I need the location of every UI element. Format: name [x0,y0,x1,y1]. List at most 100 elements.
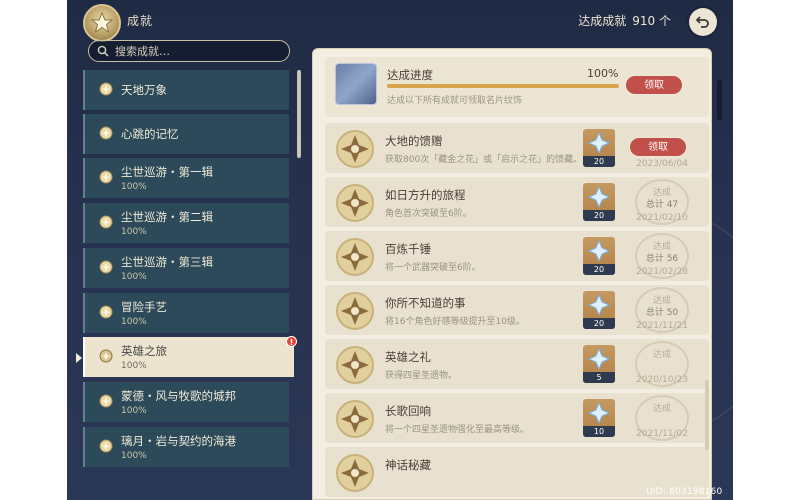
reward-count: 20 [583,156,615,167]
achievement-row: 大地的馈赠 获取800次「藏金之花」或「启示之花」的馈藏。 20 领取 2023… [325,123,709,173]
achievement-medal-icon [336,184,374,222]
completion-date: 2021/02/28 [636,267,688,277]
achievement-row: 英雄之礼 获得四星圣遗物。 5 达成 2020/10/23 [325,339,709,389]
category-name: 尘世巡游・第二辑 [121,210,213,224]
category-scrollbar[interactable] [297,70,301,158]
category-percent: 100% [121,272,147,282]
category-item[interactable]: 尘世巡游・第二辑 100% [83,203,289,243]
completion-total: 总计 47 [645,200,679,210]
category-name: 心跳的记忆 [121,127,179,141]
medal-icon [95,212,117,234]
back-button[interactable] [689,8,717,36]
achievement-medal-icon [336,238,374,276]
primogem-icon [588,186,610,208]
category-name: 天地万象 [121,83,167,97]
reward-primogem: 20 [583,237,615,275]
category-percent: 100% [121,182,147,192]
category-item-selected[interactable]: 英雄之旅 100% [83,337,294,377]
namecard-thumbnail [335,63,377,105]
category-item[interactable]: 天地万象 [83,70,289,110]
total-label: 达成成就 [578,14,627,28]
achievements-screen: 成就 达成成就 910 个 天地万象 心跳的记忆 尘世巡游・第一辑 100% 尘世巡… [67,0,733,500]
total-achievements: 达成成就 910 个 [578,12,671,29]
category-item[interactable]: 蒙德・风与牧歌的城邦 100% [83,382,289,422]
decor-bar [717,80,722,120]
category-name: 蒙德・风与牧歌的城邦 [121,389,236,403]
completion-status: 达成 [652,350,671,360]
reward-count: 20 [583,210,615,221]
achievement-medal-icon [336,292,374,330]
reward-count: 10 [583,426,615,437]
reward-primogem: 20 [583,291,615,329]
achievement-description: 获取800次「藏金之花」或「启示之花」的馈藏。 [385,155,583,165]
achievement-description: 将一个武器突破至6阶。 [385,263,481,273]
category-percent: 100% [121,361,147,371]
search-box[interactable] [88,40,290,62]
search-input[interactable] [115,44,275,58]
search-icon [97,45,109,57]
medal-icon [95,167,117,189]
completion-date: 2021/11/02 [636,429,688,439]
progress-bar [387,84,619,88]
back-arrow-icon [695,16,709,28]
achievement-emblem-icon [83,4,121,42]
completion-stamp: 达成 总计 50 2021/11/21 [625,287,699,333]
category-name: 尘世巡游・第一辑 [121,165,213,179]
achievement-name: 神话秘藏 [385,458,431,472]
selected-indicator-arrow [76,353,82,363]
category-item[interactable]: 璃月・岩与契约的海港 100% [83,427,289,467]
category-name: 璃月・岩与契约的海港 [121,434,236,448]
category-item[interactable]: 冒险手艺 100% [83,293,289,333]
reward-primogem: 20 [583,183,615,221]
claim-namecard-button[interactable]: 领取 [625,75,683,95]
achievement-row: 长歌回响 将一个四星圣遗物强化至最高等级。 10 达成 2021/11/02 [325,393,709,443]
category-item[interactable]: 心跳的记忆 [83,114,289,154]
completion-total: 总计 56 [645,254,679,264]
achievement-name: 你所不知道的事 [385,296,466,310]
total-suffix: 个 [658,14,671,28]
category-list: 天地万象 心跳的记忆 尘世巡游・第一辑 100% 尘世巡游・第二辑 100% 尘世巡… [83,70,294,500]
progress-percent: 100% [587,67,619,80]
category-percent: 100% [121,317,147,327]
primogem-icon [588,240,610,262]
achievement-row: 你所不知道的事 将16个角色好感等级提升至10级。 20 达成 总计 50 2021… [325,285,709,335]
completion-stamp: 达成 2021/11/02 [625,395,699,441]
achievement-medal-icon [336,346,374,384]
achievement-description: 将一个四星圣遗物强化至最高等级。 [385,425,530,435]
primogem-icon [588,132,610,154]
category-item[interactable]: 尘世巡游・第一辑 100% [83,158,289,198]
achievement-name: 长歌回响 [385,404,431,418]
medal-icon [95,346,117,368]
achievement-name: 英雄之礼 [385,350,431,364]
progress-fill [387,84,619,88]
medal-icon [95,123,117,145]
reward-count: 20 [583,264,615,275]
primogem-icon [588,348,610,370]
achievement-medal-icon [336,130,374,168]
achievement-row: 百炼千锤 将一个武器突破至6阶。 20 达成 总计 56 2021/02/28 [325,231,709,281]
medal-icon [95,436,117,458]
reward-primogem: 20 [583,129,615,167]
notification-badge: ! [286,336,297,347]
achievement-description: 角色首次突破至6阶。 [385,209,472,219]
completion-status: 达成 [652,404,671,414]
reward-count: 5 [583,372,615,383]
completion-stamp: 2023/06/04 [625,125,699,171]
category-name: 尘世巡游・第三辑 [121,255,213,269]
primogem-icon [588,294,610,316]
reward-primogem: 5 [583,345,615,383]
progress-row: 达成进度 100% 达成以下所有成就可领取名片纹饰 领取 [325,57,709,117]
achievement-scrollbar[interactable] [705,380,709,450]
completion-date: 2021/02/10 [636,213,688,223]
total-count: 910 [632,14,656,28]
completion-date: 2021/11/21 [636,321,688,331]
achievement-row: 如日方升的旅程 角色首次突破至6阶。 20 达成 总计 47 2021/02/10 [325,177,709,227]
medal-icon [95,302,117,324]
completion-date: 2023/06/04 [636,159,688,169]
completion-date: 2020/10/23 [636,375,688,385]
achievement-panel: 达成进度 100% 达成以下所有成就可领取名片纹饰 领取 大地的馈赠 获取800… [312,48,712,500]
primogem-icon [588,402,610,424]
category-percent: 100% [121,451,147,461]
progress-label: 达成进度 [387,68,433,82]
category-item[interactable]: 尘世巡游・第三辑 100% [83,248,289,288]
